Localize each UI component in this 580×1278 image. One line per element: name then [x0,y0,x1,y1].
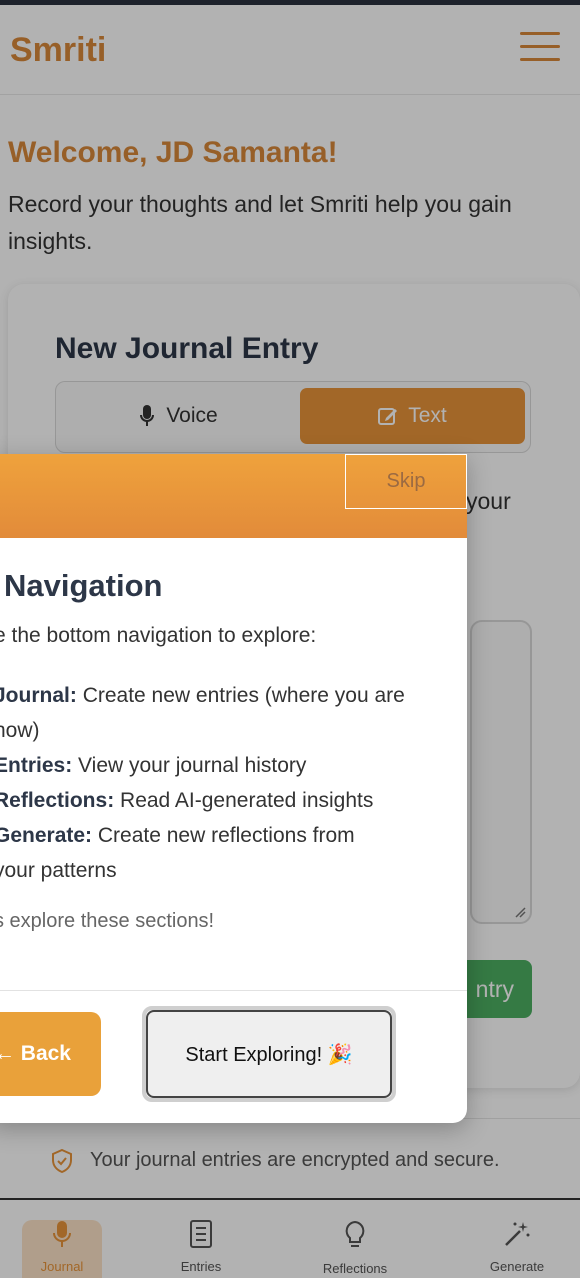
modal-header: Skip [0,454,467,538]
navigation-feature-list: Journal: Create new entries (where you a… [0,678,434,888]
modal-subtitle: e the bottom navigation to explore: [0,624,317,647]
list-item: Entries: View your journal history [0,754,307,777]
list-item: Journal: Create new entries (where you a… [0,684,405,742]
list-item: Generate: Create new reflections from yo… [0,824,355,882]
onboarding-modal: Skip Navigation e the bottom navigation … [0,454,467,1123]
modal-divider [0,990,467,991]
back-button[interactable]: ← Back [0,1012,101,1096]
modal-title: Navigation [4,568,163,603]
skip-button[interactable]: Skip [345,454,467,509]
modal-footer-text: s explore these sections! [0,910,215,932]
start-exploring-button[interactable]: Start Exploring! 🎉 [142,1006,396,1102]
list-item: Reflections: Read AI-generated insights [0,789,374,812]
start-exploring-label: Start Exploring! 🎉 [146,1010,392,1098]
